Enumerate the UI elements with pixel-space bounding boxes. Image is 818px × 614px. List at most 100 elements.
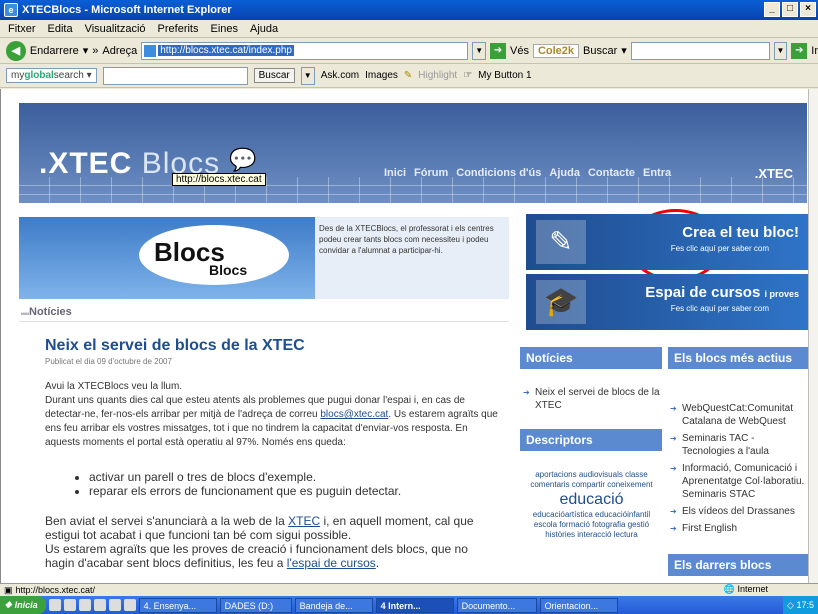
quicklaunch-icon[interactable] [123, 599, 136, 611]
highlight-button[interactable]: Highlight [418, 70, 457, 81]
speech-bubbles-icon: 💬 [229, 147, 258, 172]
graduation-cap-icon: 🎓 [536, 280, 586, 324]
clock[interactable]: 17:5 [796, 600, 814, 610]
list-item[interactable]: WebQuestCat:Comunitat Catalana de WebQue… [670, 402, 808, 428]
list-item[interactable]: Informació, Comunicació i Aprenentatge C… [670, 462, 808, 501]
promo-title: Espai de cursos i proves [645, 284, 799, 301]
noticies-list: Neix el servei de blocs de la XTEC [523, 386, 663, 416]
xtec-link[interactable]: XTEC [288, 514, 320, 528]
quicklaunch-icon[interactable] [63, 599, 76, 611]
page-status-icon: ▣ [4, 584, 13, 595]
my-button-1[interactable]: My Button 1 [478, 70, 531, 81]
back-arrow-icon[interactable]: ◀ [6, 40, 26, 61]
quicklaunch-icon[interactable] [78, 599, 91, 611]
address-bar[interactable]: http://blocs.xtec.cat/index.php [141, 41, 469, 60]
tag-cloud: aportacions audiovisuals classe comentar… [524, 470, 659, 540]
maximize-button[interactable]: □ [782, 2, 798, 17]
article-title[interactable]: Neix el servei de blocs de la XTEC [45, 337, 500, 355]
minimize-button[interactable]: _ [764, 2, 780, 17]
quicklaunch-icon[interactable] [48, 599, 61, 611]
menu-preferits[interactable]: Preferits [158, 23, 199, 35]
list-item[interactable]: Neix el servei de blocs de la XTEC [523, 386, 663, 412]
search-go-icon[interactable]: ➔ [791, 42, 808, 59]
menu-visualitzacio[interactable]: Visualització [85, 23, 146, 35]
taskbar-item-active[interactable]: 4 Intern... [375, 597, 454, 613]
buscar-button[interactable]: Buscar [253, 68, 295, 83]
chevron-down-icon[interactable]: ▾ [621, 44, 627, 57]
menu-edita[interactable]: Edita [48, 23, 73, 35]
start-button[interactable]: ❖ Inicia [0, 596, 46, 614]
start-label: Inicia [14, 600, 38, 610]
tags-group-a[interactable]: aportacions audiovisuals classe comentar… [530, 470, 652, 489]
promo-title-main: Espai de cursos [645, 284, 761, 301]
todo-list: activar un parell o tres de blocs d'exem… [89, 470, 500, 498]
ie-icon: e [4, 3, 18, 17]
address-toolbar: ◀ Endarrere ▾ » Adreça http://blocs.xtec… [0, 38, 818, 64]
menu-fitxer[interactable]: Fitxer [8, 23, 36, 35]
brand-suffix: search [53, 70, 84, 81]
promo-subtitle: Fes clic aquí per saber com [670, 244, 769, 253]
tags-group-b[interactable]: educacióartística educacióinfantil escol… [533, 510, 650, 539]
window-title: XTECBlocs - Microsoft Internet Explorer [22, 4, 232, 16]
taskbar-item[interactable]: DADES (D:) [219, 597, 292, 613]
quicklaunch-icon[interactable] [108, 599, 121, 611]
list-item[interactable]: First English [670, 522, 808, 535]
email-link[interactable]: blocs@xtec.cat [320, 409, 388, 420]
news-article: Neix el servei de blocs de la XTEC Publi… [45, 337, 500, 570]
address-label: Adreça [102, 44, 138, 57]
global-search-input[interactable] [102, 66, 248, 85]
images-link[interactable]: Images [365, 70, 398, 81]
go-arrow-icon[interactable]: ➔ [490, 42, 506, 59]
article-date: Publicat el dia 09 d'octubre de 2007 [45, 357, 172, 366]
myglobalsearch-logo[interactable]: myglobalsearch ▾ [6, 68, 97, 83]
brand-mid: global [24, 70, 54, 81]
list-item[interactable]: Seminaris TAC - Tecnologies a l'aula [670, 432, 808, 458]
address-input[interactable]: http://blocs.xtec.cat/index.php [158, 45, 294, 56]
p3-text: Us estarem agraïts que les proves de cre… [45, 542, 468, 570]
more-chevron-icon[interactable]: » [92, 45, 98, 57]
mybutton-icon: ☞ [463, 70, 473, 81]
cole-search-label[interactable]: Buscar [583, 45, 617, 57]
cole-search-input[interactable] [630, 41, 770, 60]
p2-text: Ben aviat el servei s'anunciarà a la web… [45, 514, 289, 528]
chevron-down-icon[interactable]: ▾ [83, 44, 89, 57]
cursos-link[interactable]: l'espai de cursos [287, 556, 376, 570]
vertical-scrollbar[interactable] [808, 89, 818, 583]
ask-link[interactable]: Ask.com [321, 70, 359, 81]
status-url: http://blocs.xtec.cat/ [15, 585, 96, 595]
zone-label: Internet [737, 584, 768, 594]
menu-ajuda[interactable]: Ajuda [250, 23, 278, 35]
tag-educacio[interactable]: educació [524, 490, 659, 510]
search-toolbar: myglobalsearch ▾ Buscar ▼ Ask.com Images… [0, 64, 818, 88]
list-item: activar un parell o tres de blocs d'exem… [89, 470, 500, 484]
promo-title-extra: i proves [764, 289, 799, 299]
brand-prefix: my [11, 70, 25, 81]
blocs-illustration: Blocs Blocs [19, 217, 315, 299]
create-blog-promo[interactable]: ✎ Crea el teu bloc! Fes clic aquí per sa… [526, 214, 808, 270]
security-zone: 🌐 Internet [724, 584, 768, 595]
list-item[interactable]: Els vídeos del Drassanes [670, 505, 808, 518]
menu-eines[interactable]: Eines [211, 23, 239, 35]
divider [19, 321, 509, 322]
search-dropdown-icon[interactable]: ▼ [773, 41, 788, 60]
banner-grid-decoration [19, 177, 807, 203]
quicklaunch-icon[interactable] [93, 599, 106, 611]
close-button[interactable]: × [800, 2, 816, 17]
status-bar: ▣ http://blocs.xtec.cat/ 🌐 Internet [0, 583, 818, 596]
tray-icon[interactable]: ◇ [787, 600, 794, 610]
taskbar-item[interactable]: 4. Ensenya... [138, 597, 217, 613]
active-blogs-heading: Els blocs més actius [668, 347, 808, 369]
courses-space-promo[interactable]: 🎓 Espai de cursos i proves Fes clic aquí… [526, 274, 808, 330]
go-button[interactable]: Vés [510, 45, 529, 57]
illustration-word-2: Blocs [209, 262, 248, 278]
buscar-dropdown-icon[interactable]: ▼ [300, 66, 315, 85]
taskbar-item[interactable]: Bandeja de... [294, 597, 373, 613]
address-dropdown-icon[interactable]: ▼ [472, 41, 487, 60]
ir-button[interactable]: Ir [811, 45, 818, 57]
latest-blogs-heading: Els darrers blocs [668, 554, 808, 576]
descriptors-heading: Descriptors [520, 429, 662, 451]
taskbar-item[interactable]: Documento... [456, 597, 537, 613]
section-label: Notícies [21, 306, 72, 318]
taskbar-item[interactable]: Orientacion... [539, 597, 618, 613]
back-button[interactable]: Endarrere [30, 45, 79, 57]
